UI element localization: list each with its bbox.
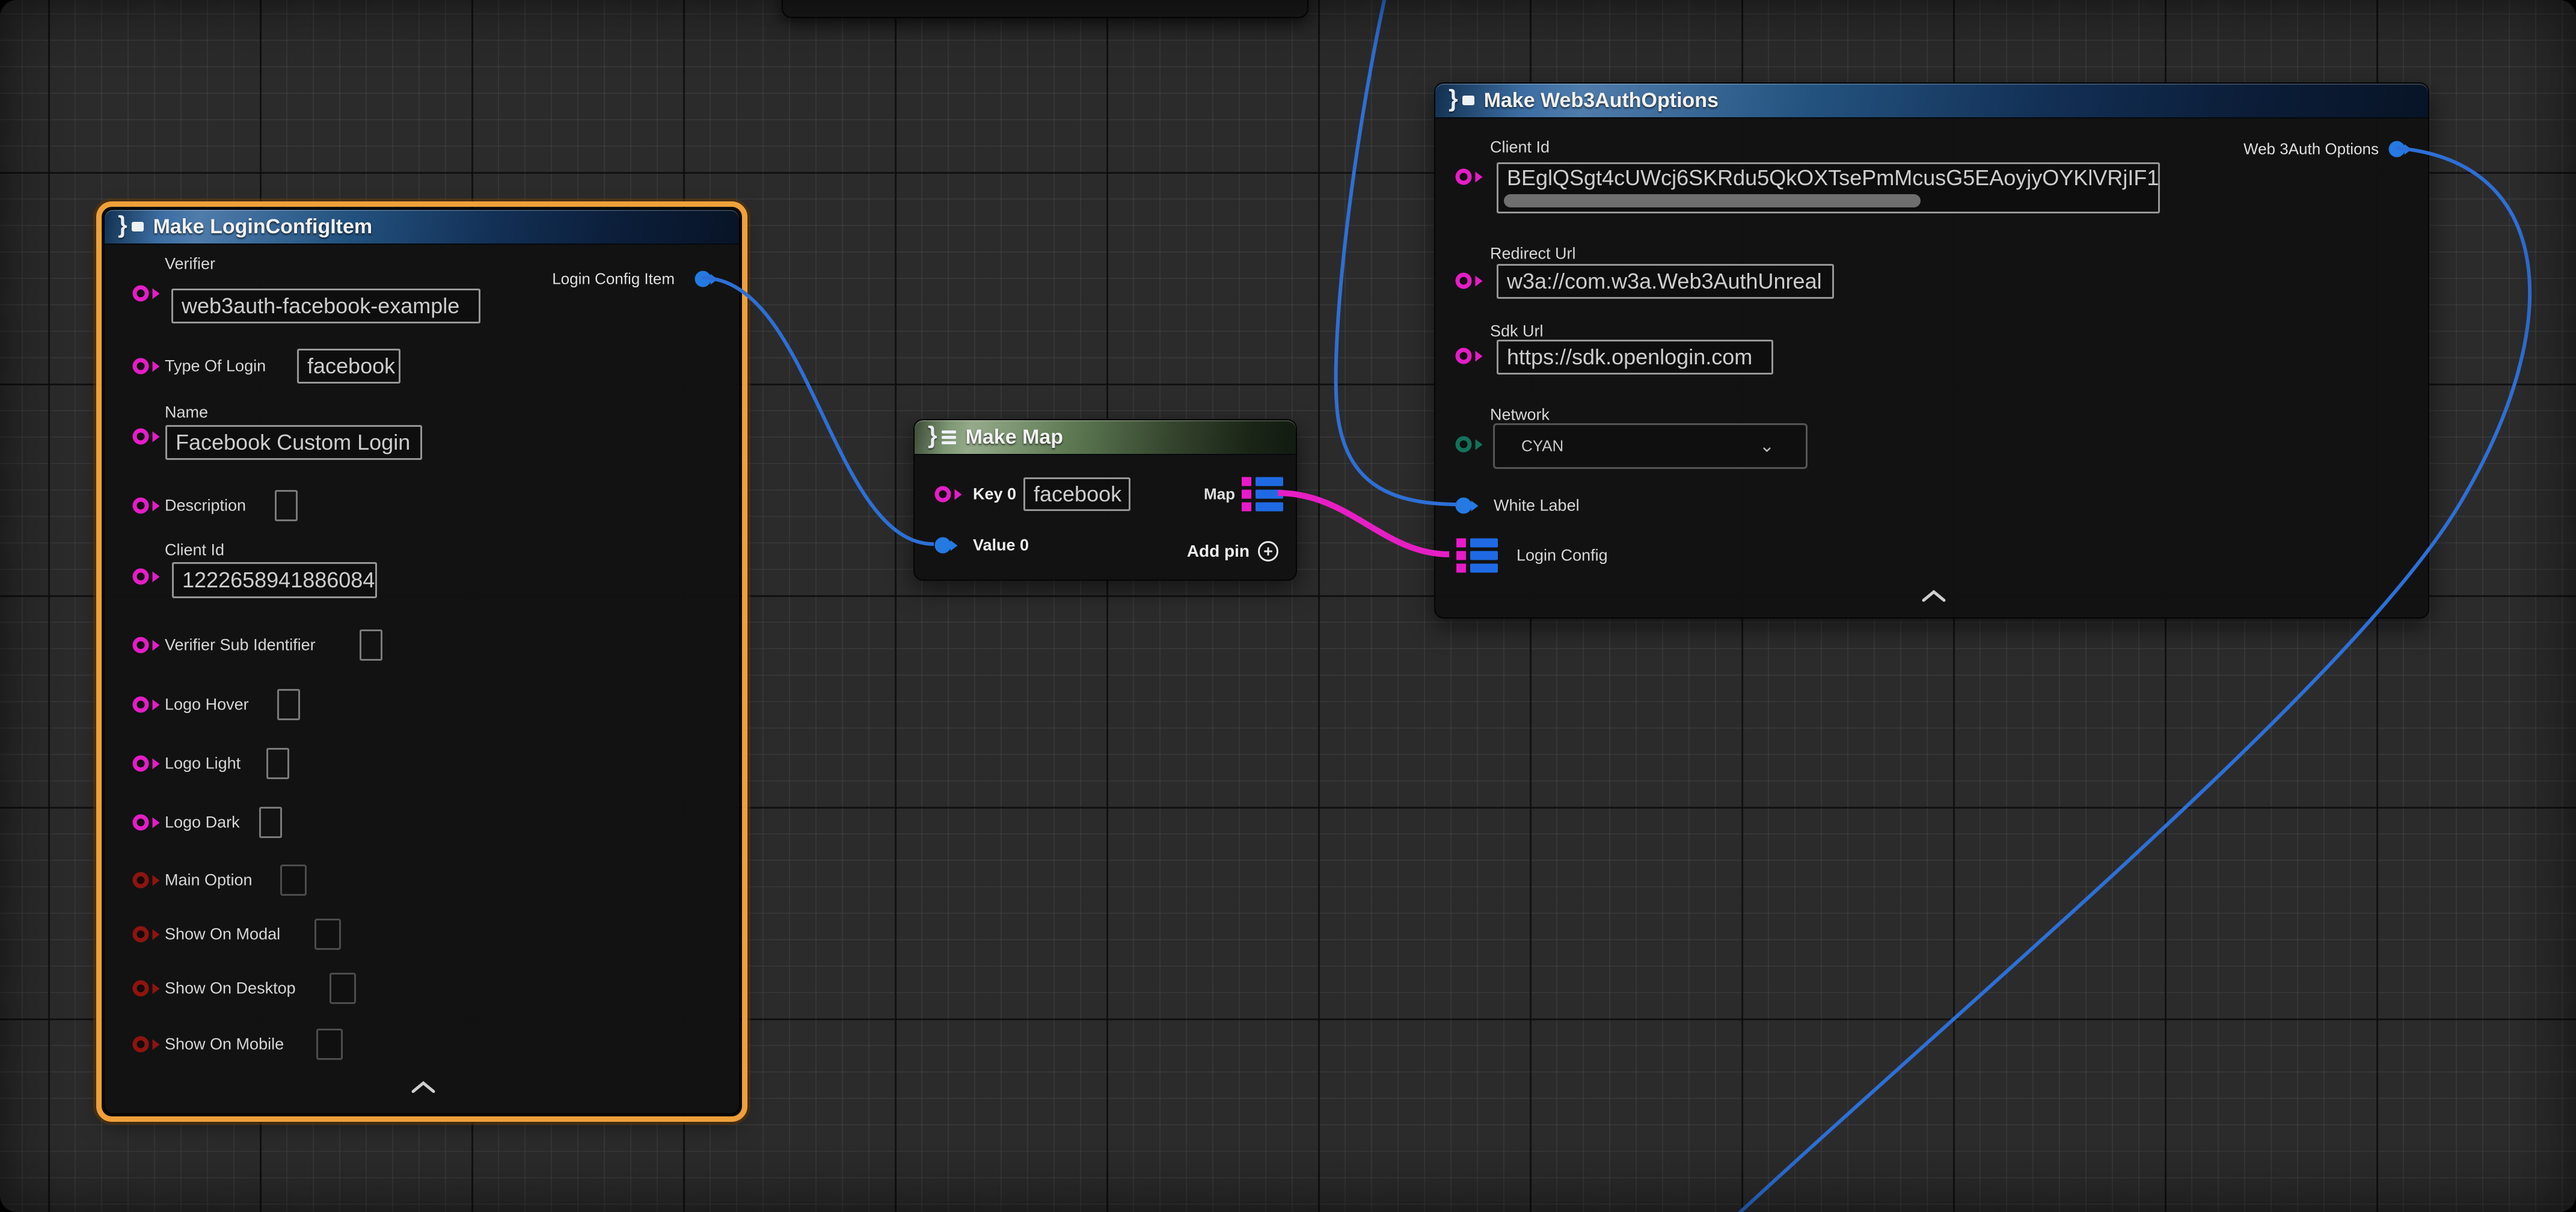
pin-label-type-of-login: Type Of Login xyxy=(165,357,266,376)
output-pin-login-config-item[interactable] xyxy=(695,271,711,287)
node-title: Make Map xyxy=(966,426,1064,449)
pin-label-logo-hover: Logo Hover xyxy=(165,696,249,714)
key0-value-field[interactable]: facebook xyxy=(1023,477,1130,511)
collapse-node-chevron-icon[interactable] xyxy=(410,1081,437,1097)
show-on-modal-checkbox[interactable] xyxy=(314,919,341,950)
type-of-login-value-field[interactable]: facebook xyxy=(297,349,400,384)
pin-label-network: Network xyxy=(1490,406,1550,424)
pin-label-description: Description xyxy=(165,497,246,515)
wire-map-to-loginconfig[interactable] xyxy=(1278,493,1449,554)
input-pin-value0[interactable] xyxy=(935,537,951,554)
input-pin-name[interactable] xyxy=(133,429,149,445)
pin-label-main-option: Main Option xyxy=(165,871,253,890)
input-pin-client-id[interactable] xyxy=(133,569,149,585)
name-value-field[interactable]: Facebook Custom Login xyxy=(165,425,422,460)
client-id-value-field[interactable]: 1222658941886084 xyxy=(172,562,377,598)
input-pin-client-id[interactable] xyxy=(1456,169,1472,185)
verifier-value-field[interactable]: web3auth-facebook-example xyxy=(171,289,480,323)
collapse-node-chevron-icon[interactable] xyxy=(1921,590,1947,606)
input-pin-logo-light[interactable] xyxy=(133,756,149,772)
output-pin-web3auth-options[interactable] xyxy=(2389,141,2405,158)
main-option-checkbox[interactable] xyxy=(280,865,307,896)
logo-dark-empty-field[interactable] xyxy=(259,807,282,838)
node-header[interactable]: } Make LoginConfigItem xyxy=(105,210,739,245)
pin-label-show-on-modal: Show On Modal xyxy=(165,925,280,944)
input-pin-white-label[interactable] xyxy=(1456,498,1472,514)
input-pin-verifier-sub-identifier[interactable] xyxy=(133,637,149,653)
pin-label-login-config: Login Config xyxy=(1516,546,1608,565)
node-make-map[interactable]: } Make Map Key 0 facebook Map Value 0 Ad… xyxy=(913,419,1297,581)
input-pin-type-of-login[interactable] xyxy=(133,358,149,375)
partial-node-top[interactable] xyxy=(782,0,1308,18)
add-pin-plus-icon: + xyxy=(1258,541,1278,562)
input-pin-sdk-url[interactable] xyxy=(1456,348,1472,364)
node-title: Make Web3AuthOptions xyxy=(1484,89,1719,112)
pin-label-verifier-sub-identifier: Verifier Sub Identifier xyxy=(165,636,316,655)
pin-label-client-id: Client Id xyxy=(165,541,224,560)
client-id-horizontal-scrollbar[interactable] xyxy=(1504,194,1921,207)
input-pin-show-on-modal[interactable] xyxy=(133,926,149,943)
logo-light-empty-field[interactable] xyxy=(266,748,289,779)
chevron-down-icon: ⌄ xyxy=(1759,436,1774,457)
show-on-desktop-checkbox[interactable] xyxy=(330,973,356,1004)
network-dropdown-value: CYAN xyxy=(1521,437,1563,456)
client-id-value-text: BEglQSgt4cUWcj6SKRdu5QkOXTsePmMcusG5EAoy… xyxy=(1507,164,2160,192)
output-pin-label: Login Config Item xyxy=(552,270,675,289)
add-pin-button[interactable]: Add pin + xyxy=(1187,541,1278,562)
input-pin-key0[interactable] xyxy=(935,486,951,503)
pin-label-logo-light: Logo Light xyxy=(165,754,241,773)
input-pin-login-config[interactable] xyxy=(1456,539,1498,573)
show-on-mobile-checkbox[interactable] xyxy=(316,1029,343,1060)
input-pin-redirect-url[interactable] xyxy=(1456,273,1472,289)
input-pin-verifier[interactable] xyxy=(133,286,149,302)
node-title: Make LoginConfigItem xyxy=(153,215,373,239)
input-pin-show-on-desktop[interactable] xyxy=(133,981,149,997)
node-header[interactable]: } Make Map xyxy=(915,420,1296,455)
redirect-url-value-field[interactable]: w3a://com.w3a.Web3AuthUnreal xyxy=(1497,264,1834,299)
add-pin-label: Add pin xyxy=(1187,542,1250,561)
pin-label-logo-dark: Logo Dark xyxy=(165,813,240,832)
logo-hover-empty-field[interactable] xyxy=(277,689,300,720)
input-pin-logo-dark[interactable] xyxy=(133,815,149,831)
pin-label-show-on-desktop: Show On Desktop xyxy=(165,979,296,998)
node-make-loginconfigitem[interactable]: } Make LoginConfigItem Login Config Item… xyxy=(103,209,740,1115)
pin-label-key0: Key 0 xyxy=(973,485,1016,504)
output-pin-map[interactable] xyxy=(1242,477,1283,512)
sdk-url-value-field[interactable]: https://sdk.openlogin.com xyxy=(1497,340,1773,375)
output-pin-label: Web 3Auth Options xyxy=(2243,140,2379,159)
pin-label-show-on-mobile: Show On Mobile xyxy=(165,1035,284,1054)
make-map-icon: } xyxy=(928,425,956,449)
pin-label-verifier: Verifier xyxy=(165,255,215,274)
input-pin-description[interactable] xyxy=(133,498,149,514)
node-make-web3authoptions[interactable]: } Make Web3AuthOptions Web 3Auth Options… xyxy=(1434,82,2429,619)
description-empty-field[interactable] xyxy=(275,490,298,521)
verifier-sub-identifier-empty-field[interactable] xyxy=(360,629,382,661)
input-pin-network[interactable] xyxy=(1456,436,1472,453)
input-pin-main-option[interactable] xyxy=(133,872,149,889)
pin-label-sdk-url: Sdk Url xyxy=(1490,322,1544,341)
pin-label-white-label: White Label xyxy=(1494,497,1580,515)
pin-label-redirect-url: Redirect Url xyxy=(1490,245,1576,263)
pin-label-client-id: Client Id xyxy=(1490,138,1550,157)
blueprint-graph-canvas[interactable]: } Make LoginConfigItem Login Config Item… xyxy=(0,0,2576,1212)
input-pin-show-on-mobile[interactable] xyxy=(133,1036,149,1053)
output-pin-label-map: Map xyxy=(1204,485,1235,504)
input-pin-logo-hover[interactable] xyxy=(133,697,149,713)
pin-label-name: Name xyxy=(165,403,208,422)
pin-label-value0: Value 0 xyxy=(973,536,1029,555)
network-dropdown[interactable]: CYAN ⌄ xyxy=(1493,423,1808,469)
make-struct-icon: } xyxy=(1449,88,1474,112)
make-struct-icon: } xyxy=(118,215,144,239)
node-header[interactable]: } Make Web3AuthOptions xyxy=(1435,84,2428,118)
